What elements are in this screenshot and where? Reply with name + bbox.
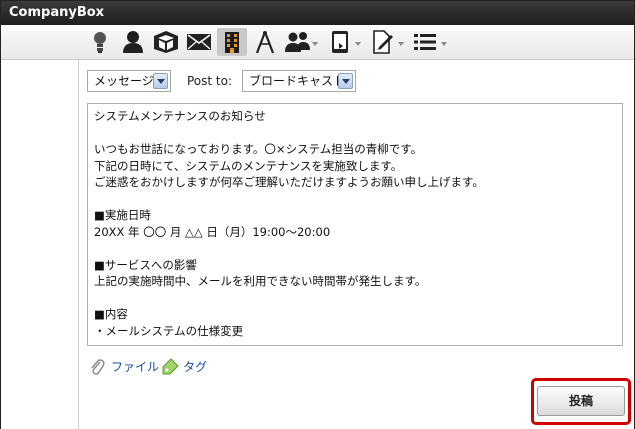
post-target-select[interactable]: ブロードキャスト	[242, 70, 356, 92]
tablet-icon[interactable]	[325, 28, 355, 56]
post-target-value: ブロードキャスト	[249, 74, 346, 88]
post-button[interactable]: 投稿	[537, 386, 625, 416]
list-icon[interactable]	[410, 28, 440, 56]
post-to-label: Post to:	[187, 74, 233, 88]
list-dropdown-icon[interactable]	[441, 42, 447, 46]
message-line	[94, 191, 616, 208]
tag-icon	[162, 358, 179, 375]
tag-link-label: タグ	[183, 360, 208, 374]
building-icon[interactable]	[217, 28, 247, 56]
window-title: CompanyBox	[1, 1, 634, 25]
document-edit-icon[interactable]	[367, 28, 397, 56]
message-type-value: メッセージ	[94, 74, 154, 88]
post-form: メッセージ Post to: ブロードキャスト システムメンテナンスのお知らせ …	[79, 60, 634, 429]
message-line: ・メールシステムの仕様変更	[94, 323, 244, 338]
compass-icon[interactable]	[250, 28, 280, 56]
left-panel	[1, 60, 79, 429]
lightbulb-icon[interactable]	[85, 28, 115, 56]
chevron-down-icon[interactable]	[338, 73, 353, 89]
message-line: いつもお世話になっております。〇×システム担当の青柳です。	[94, 142, 423, 156]
message-line	[94, 290, 616, 307]
message-line: 上記の実施時間中、メールを利用できない時間帯が発生します。	[94, 274, 427, 288]
document-dropdown-icon[interactable]	[398, 42, 404, 46]
message-type-select[interactable]: メッセージ	[87, 70, 171, 92]
message-line: システムメンテナンスのお知らせ	[94, 109, 266, 123]
cube-icon[interactable]	[151, 28, 181, 56]
paperclip-icon	[91, 359, 105, 375]
group-icon[interactable]	[283, 28, 313, 56]
message-line: ■サービスへの影響	[94, 257, 197, 272]
message-line: ■実施日時	[94, 208, 151, 222]
message-line	[94, 240, 616, 257]
group-dropdown-icon[interactable]	[312, 42, 318, 46]
person-icon[interactable]	[118, 28, 148, 56]
message-line	[94, 125, 616, 142]
message-line: 下記の日時にて、システムのメンテナンスを実施致します。	[94, 158, 403, 173]
message-textarea[interactable]: システムメンテナンスのお知らせ いつもお世話になっております。〇×システム担当の…	[87, 103, 623, 346]
app-window: CompanyBox メッセージ Post to: ブロードキャスト システムメ…	[0, 0, 635, 429]
message-line: 20XX 年 〇〇 月 △△ 日（月）19:00～20:00	[94, 224, 331, 239]
message-line: ■内容	[94, 307, 128, 321]
tablet-dropdown-icon[interactable]	[355, 42, 361, 46]
chevron-down-icon[interactable]	[153, 73, 168, 89]
mail-icon[interactable]	[184, 28, 214, 56]
file-link-label: ファイル	[111, 360, 160, 374]
toolbar	[1, 25, 634, 60]
message-line: ご迷惑をおかけしますが何卒ご理解いただけますようお願い申し上げます。	[94, 175, 484, 189]
